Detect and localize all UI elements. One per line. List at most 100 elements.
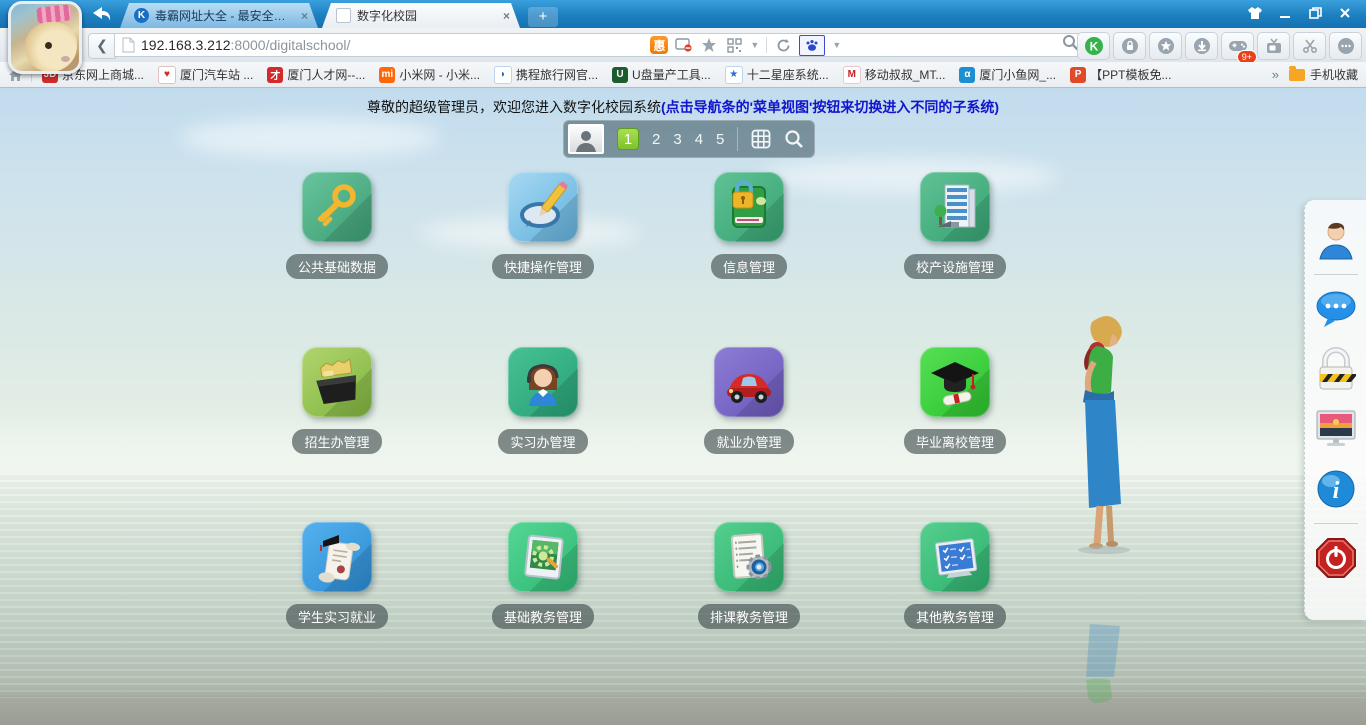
app-information-management[interactable]: 信息管理 — [646, 172, 852, 347]
graduation-cap-icon — [920, 347, 990, 417]
user-profile-icon[interactable] — [1313, 214, 1359, 266]
app-quick-operations[interactable]: 快捷操作管理 — [440, 172, 646, 347]
page-5-button[interactable]: 5 — [716, 131, 724, 148]
browser-back-arrow-icon[interactable] — [88, 3, 114, 25]
power-off-icon[interactable] — [1313, 532, 1359, 584]
addressbar-actions: 惠 ▼ ▼ — [650, 35, 841, 56]
favorite-star-icon[interactable] — [700, 36, 718, 54]
car-icon — [714, 347, 784, 417]
admin-avatar-icon[interactable] — [568, 124, 604, 154]
restore-button[interactable] — [1300, 2, 1330, 24]
messages-bubble-icon[interactable] — [1313, 283, 1359, 335]
favorites-button[interactable] — [1149, 32, 1182, 60]
info-icon[interactable]: i — [1313, 463, 1359, 515]
adblock-icon[interactable] — [675, 36, 693, 54]
notepad-gear-icon — [714, 522, 784, 592]
tab-digital-school[interactable]: 数字化校园 × — [322, 3, 520, 28]
bookmark-ppt[interactable]: P【PPT模板免... — [1070, 66, 1171, 83]
page-4-button[interactable]: 4 — [695, 131, 703, 148]
svg-text:K: K — [1089, 40, 1098, 54]
app-employment-office[interactable]: 就业办管理 — [646, 347, 852, 522]
subsystem-pager: 1 2 3 4 5 — [563, 120, 815, 158]
tab-close-icon[interactable]: × — [301, 9, 308, 23]
qr-code-icon[interactable] — [725, 36, 743, 54]
more-menu-button[interactable] — [1329, 32, 1362, 60]
pager-search-icon[interactable] — [784, 129, 804, 149]
privacy-lock-button[interactable] — [1113, 32, 1146, 60]
card-box-icon — [302, 347, 372, 417]
title-bar: K 毒霸网址大全 - 最安全实... × 数字化校园 × + — [0, 0, 1366, 28]
url-text[interactable]: 192.168.3.212:8000/digitalschool/ — [141, 37, 350, 53]
tab-strip: K 毒霸网址大全 - 最安全实... × 数字化校园 × + — [120, 3, 558, 28]
app-scheduling-academic-affairs[interactable]: 排课教务管理 — [646, 522, 852, 697]
app-grid: 公共基础数据 快捷操作管理 信息管理 校产设施管理 — [234, 172, 1058, 697]
app-public-base-data[interactable]: 公共基础数据 — [234, 172, 440, 347]
menu-view-grid-icon[interactable] — [751, 129, 771, 149]
address-bar[interactable]: 192.168.3.212:8000/digitalschool/ 惠 ▼ — [114, 33, 1086, 57]
bookmarks-overflow-chevron[interactable]: » — [1272, 67, 1279, 82]
download-button[interactable] — [1185, 32, 1218, 60]
tab-title: 毒霸网址大全 - 最安全实... — [155, 7, 295, 24]
browser-toolbar: ❮ 192.168.3.212:8000/digitalschool/ 惠 ▼ — [0, 28, 1366, 63]
window-controls — [1240, 0, 1360, 26]
nav-back-button[interactable]: ❮ — [88, 33, 116, 59]
woman-background-figure — [1056, 312, 1156, 722]
bookmark-ctrip[interactable]: ◗携程旅行网官... — [494, 66, 598, 84]
lock-screen-icon[interactable] — [1313, 343, 1359, 395]
bookmark-xiamen-bus[interactable]: ♥厦门汽车站 ... — [158, 66, 253, 84]
games-button[interactable]: 9+ — [1221, 32, 1254, 60]
tab-close-icon[interactable]: × — [503, 9, 510, 23]
app-graduation-leave[interactable]: 毕业离校管理 — [852, 347, 1058, 522]
svg-text:i: i — [1332, 478, 1339, 504]
page-1-button[interactable]: 1 — [617, 128, 639, 150]
app-campus-facilities[interactable]: 校产设施管理 — [852, 172, 1058, 347]
app-other-academic-affairs[interactable]: 其他教务管理 — [852, 522, 1058, 697]
bookmark-usb-tool[interactable]: UU盘量产工具... — [612, 66, 711, 83]
screenshot-scissors-button[interactable] — [1293, 32, 1326, 60]
bookmark-xmfish[interactable]: α厦门小鱼网_... — [959, 66, 1056, 83]
baidu-paw-icon[interactable] — [799, 35, 825, 56]
avatar-bow — [36, 4, 71, 23]
duba-k-button[interactable]: K — [1077, 32, 1110, 60]
display-wallpaper-icon[interactable] — [1313, 403, 1359, 455]
duba-favicon: K — [134, 8, 149, 23]
user-avatar-photo[interactable] — [8, 1, 82, 74]
page-2-button[interactable]: 2 — [652, 131, 660, 148]
digital-school-page: 尊敬的超级管理员，欢迎您进入数字化校园系统(点击导航条的'菜单视图'按钮来切换进… — [0, 88, 1366, 725]
key-icon — [302, 172, 372, 242]
tab-duba[interactable]: K 毒霸网址大全 - 最安全实... × — [120, 3, 318, 28]
bookmark-xiaomi[interactable]: mi小米网 - 小米... — [379, 66, 480, 83]
checklist-icon — [920, 522, 990, 592]
mobile-favorites-folder[interactable]: 手机收藏 — [1289, 66, 1358, 83]
menu-view-hint-link[interactable]: (点击导航条的'菜单视图'按钮来切换进入不同的子系统) — [661, 99, 999, 115]
support-agent-icon — [508, 347, 578, 417]
page-icon — [121, 37, 135, 53]
bookmark-zodiac[interactable]: ★十二星座系统... — [725, 66, 829, 84]
app-basic-academic-affairs[interactable]: 基础教务管理 — [440, 522, 646, 697]
compass-pencil-icon — [508, 172, 578, 242]
app-student-internship[interactable]: 学生实习就业 — [234, 522, 440, 697]
bookmark-xiamen-hr[interactable]: 才厦门人才网--... — [267, 66, 365, 83]
qr-dropdown-caret-icon[interactable]: ▼ — [750, 40, 759, 50]
browser-window: K 毒霸网址大全 - 最安全实... × 数字化校园 × + — [0, 0, 1366, 725]
video-tv-button[interactable] — [1257, 32, 1290, 60]
welcome-message: 尊敬的超级管理员，欢迎您进入数字化校园系统(点击导航条的'菜单视图'按钮来切换进… — [0, 97, 1366, 117]
coupon-hui-icon[interactable]: 惠 — [650, 36, 668, 54]
search-engine-caret-icon[interactable]: ▼ — [832, 40, 841, 50]
building-icon — [920, 172, 990, 242]
tab-title: 数字化校园 — [357, 7, 497, 24]
quick-sidebar: i — [1304, 200, 1366, 620]
refresh-icon[interactable] — [774, 36, 792, 54]
folder-icon — [1289, 69, 1305, 81]
skin-shirt-icon[interactable] — [1240, 2, 1270, 24]
close-button[interactable] — [1330, 2, 1360, 24]
app-internship-office[interactable]: 实习办管理 — [440, 347, 646, 522]
new-tab-button[interactable]: + — [528, 7, 558, 27]
bookmarks-bar: JD京东网上商城... ♥厦门汽车站 ... 才厦门人才网--... mi小米网… — [0, 62, 1366, 88]
welcome-text: 尊敬的超级管理员，欢迎您进入数字化校园系统 — [367, 99, 661, 115]
notebook-lock-icon — [714, 172, 784, 242]
page-3-button[interactable]: 3 — [673, 131, 681, 148]
bookmark-mtk[interactable]: M移动叔叔_MT... — [843, 66, 946, 84]
app-admissions-office[interactable]: 招生办管理 — [234, 347, 440, 522]
minimize-button[interactable] — [1270, 2, 1300, 24]
